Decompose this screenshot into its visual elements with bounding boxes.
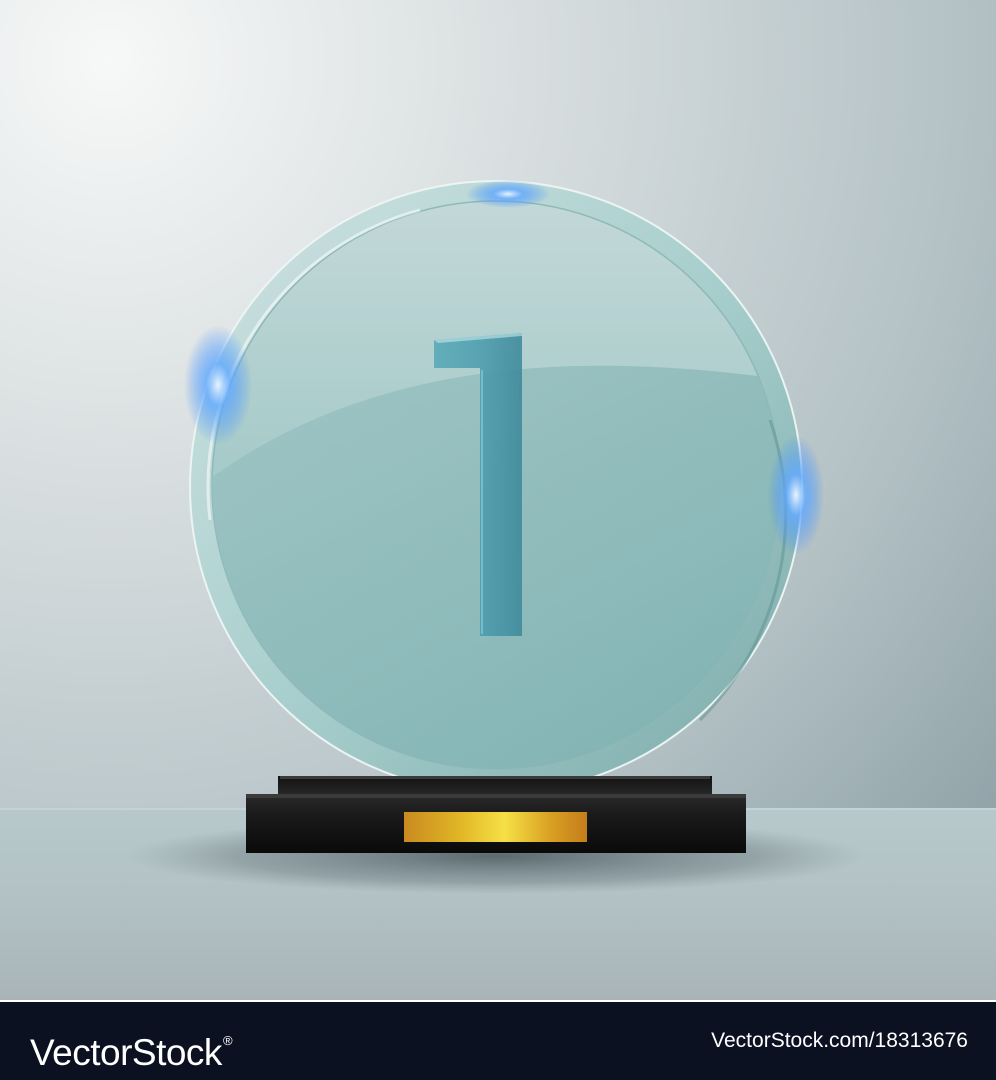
brand-name: VectorStock: [30, 1032, 222, 1073]
image-id: VectorStock.com/18313676: [711, 1029, 968, 1052]
pedestal: [246, 776, 746, 853]
light-glow-left: [184, 325, 252, 445]
light-glow-top: [466, 180, 550, 208]
brand-logo: VectorStock®: [30, 1018, 233, 1076]
gold-plaque: [404, 812, 587, 842]
watermark-bar: VectorStock® VectorStock.com/18313676: [0, 1000, 996, 1080]
award-illustration: [0, 0, 996, 1000]
registered-mark: ®: [222, 1033, 233, 1048]
light-glow-right: [768, 435, 824, 555]
award-scene: [0, 0, 996, 1000]
